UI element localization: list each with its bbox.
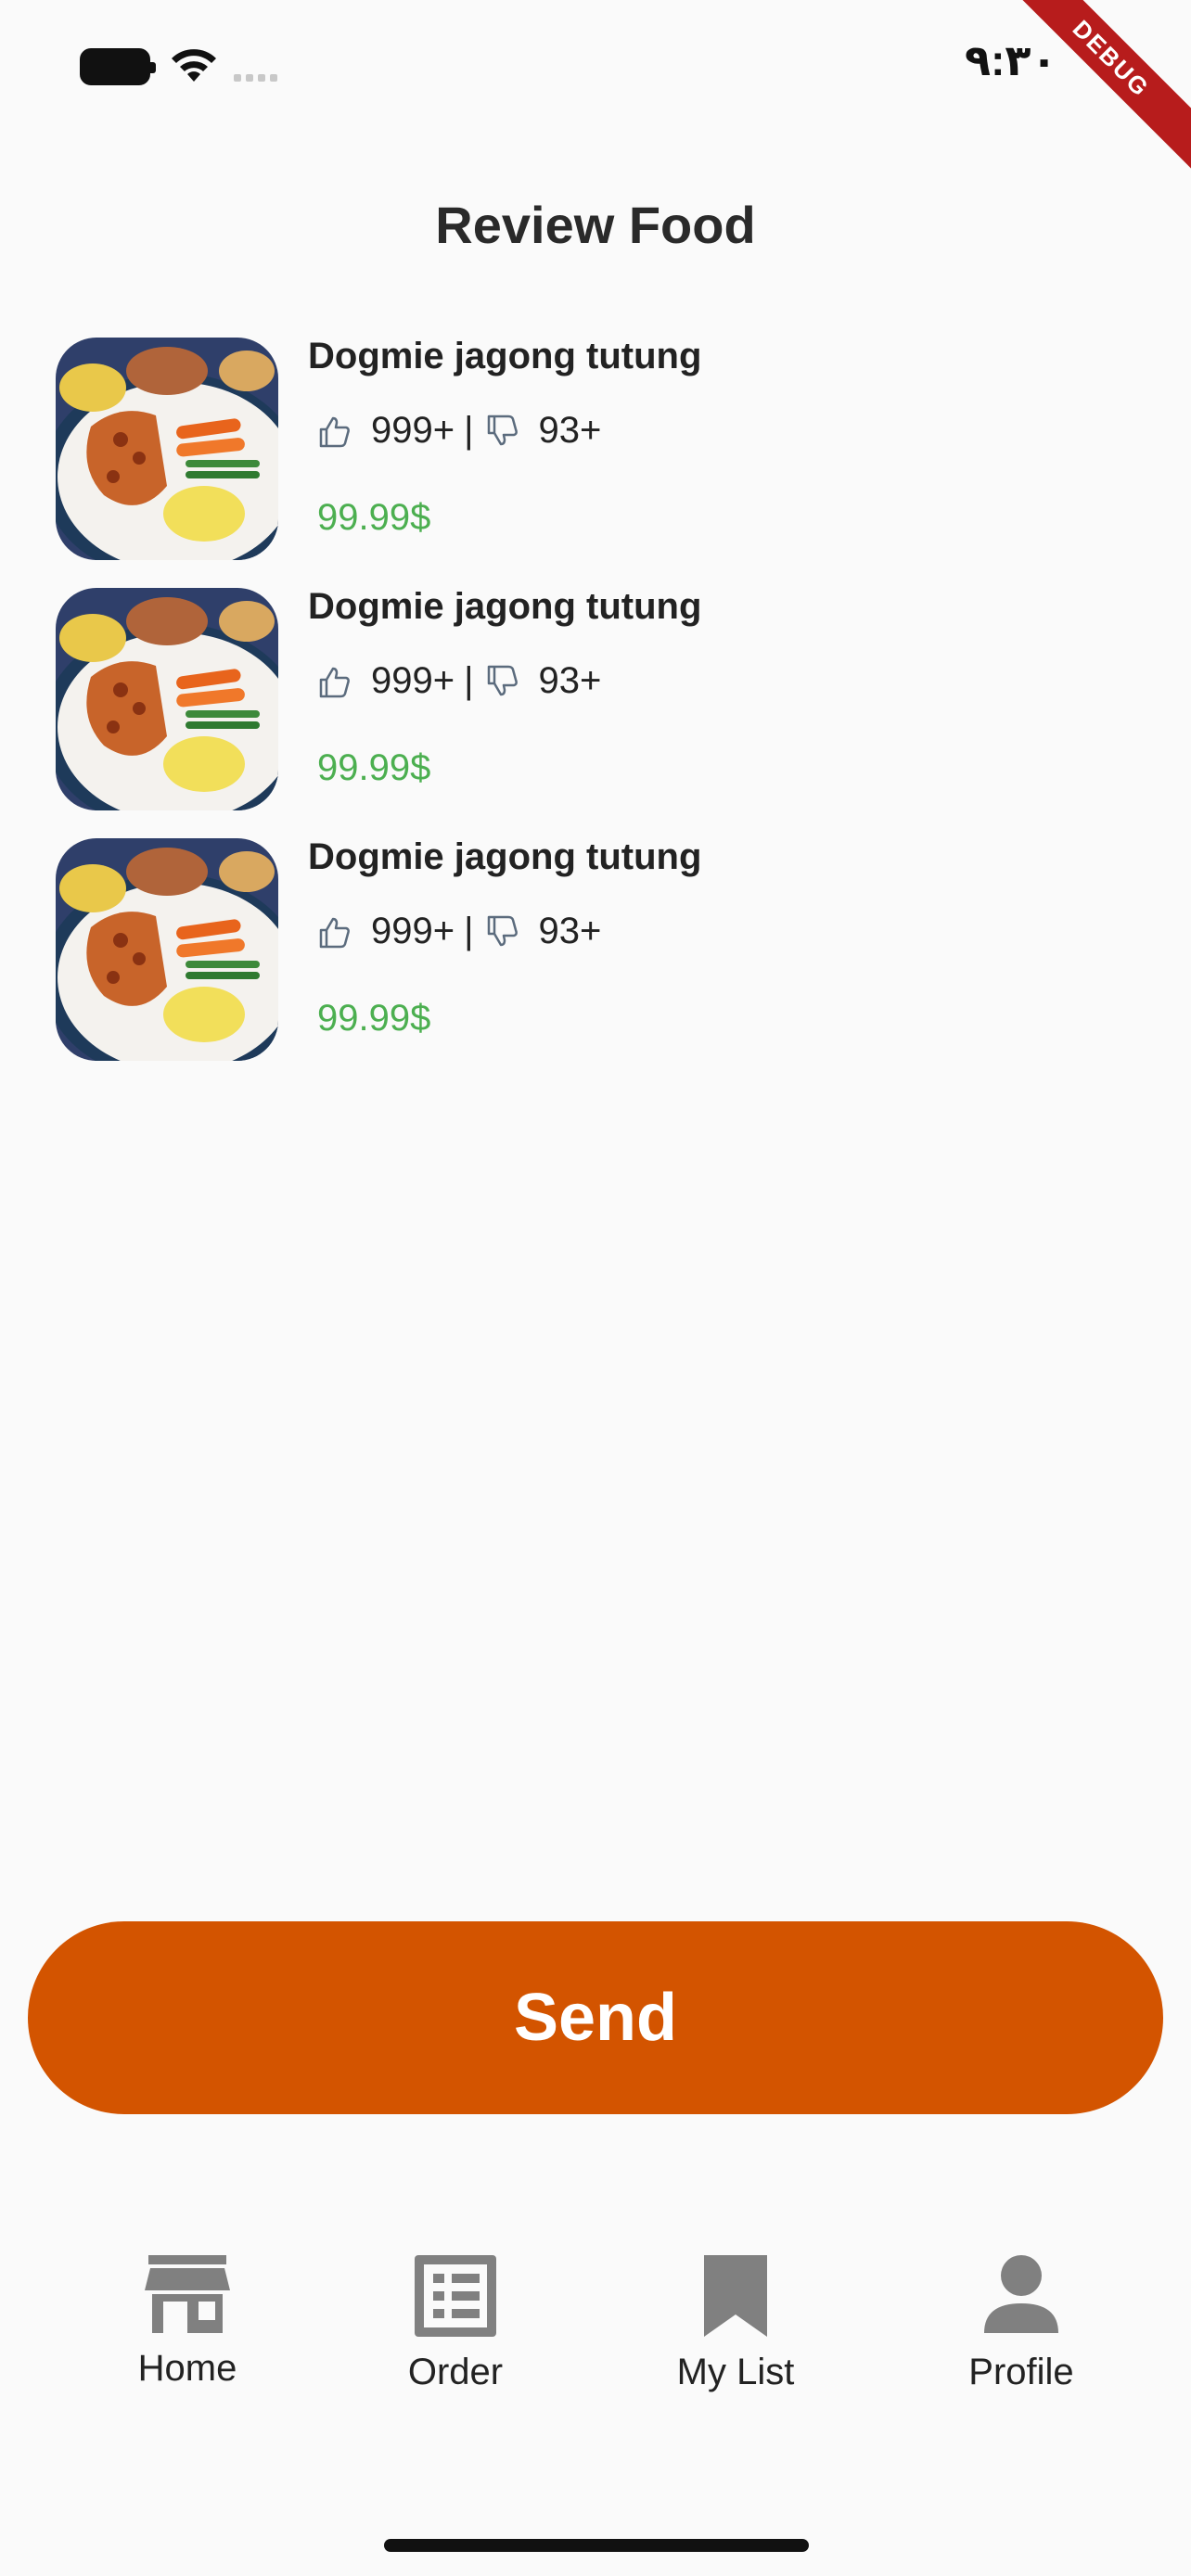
food-price: 99.99$ xyxy=(317,998,431,1039)
store-icon xyxy=(145,2255,230,2333)
home-indicator[interactable] xyxy=(384,2539,809,2552)
food-image xyxy=(56,338,278,560)
thumbs-up-icon[interactable] xyxy=(315,663,352,700)
rating-row: 999+ | 93+ xyxy=(315,660,601,702)
thumbs-up-icon[interactable] xyxy=(315,913,352,950)
food-name: Dogmie jagong tutung xyxy=(308,836,702,877)
nav-label-order: Order xyxy=(407,2352,504,2392)
nav-item-order[interactable]: Order xyxy=(335,2253,576,2393)
food-price: 99.99$ xyxy=(317,747,431,788)
bookmark-icon xyxy=(704,2255,767,2337)
person-icon xyxy=(984,2255,1058,2333)
thumbs-down-icon[interactable] xyxy=(483,913,520,950)
food-price: 99.99$ xyxy=(317,497,431,538)
likes-count: 999+ xyxy=(371,911,455,951)
dislikes-count: 93+ xyxy=(538,911,602,951)
nav-label-home: Home xyxy=(137,2348,237,2389)
nav-item-my-list[interactable]: My List xyxy=(615,2253,856,2393)
list-icon xyxy=(415,2255,496,2337)
likes-count: 999+ xyxy=(371,660,455,701)
send-button[interactable]: Send xyxy=(28,1921,1163,2114)
rating-separator: | xyxy=(464,410,474,451)
likes-count: 999+ xyxy=(371,410,455,451)
thumbs-down-icon[interactable] xyxy=(483,663,520,700)
nav-label-profile: Profile xyxy=(968,2352,1074,2392)
rating-separator: | xyxy=(464,911,474,951)
food-list: Dogmie jagong tutung 999+ | 93+ 99.99$ D… xyxy=(0,334,1191,1085)
wifi-icon xyxy=(172,49,216,82)
battery-icon xyxy=(80,48,156,85)
nav-item-profile[interactable]: Profile xyxy=(901,2253,1142,2393)
rating-separator: | xyxy=(464,660,474,701)
food-name: Dogmie jagong tutung xyxy=(308,336,702,376)
list-item[interactable]: Dogmie jagong tutung 999+ | 93+ 99.99$ xyxy=(0,584,1191,835)
dislikes-count: 93+ xyxy=(538,660,602,701)
thumbs-down-icon[interactable] xyxy=(483,413,520,450)
status-time: ٩:٣٠ xyxy=(965,36,1057,84)
signal-icon xyxy=(234,74,277,82)
page-title: Review Food xyxy=(435,196,756,254)
bottom-nav: Home Order My List Profile xyxy=(0,2253,1191,2439)
debug-banner: DEBUG xyxy=(997,0,1191,172)
rating-row: 999+ | 93+ xyxy=(315,911,601,952)
nav-label-my-list: My List xyxy=(676,2352,795,2392)
thumbs-up-icon[interactable] xyxy=(315,413,352,450)
food-name: Dogmie jagong tutung xyxy=(308,586,702,627)
nav-item-home[interactable]: Home xyxy=(67,2253,308,2390)
dislikes-count: 93+ xyxy=(538,410,602,451)
food-image xyxy=(56,588,278,810)
status-bar: ٩:٣٠ DEBUG xyxy=(0,0,1191,172)
list-item[interactable]: Dogmie jagong tutung 999+ | 93+ 99.99$ xyxy=(0,334,1191,584)
food-image xyxy=(56,838,278,1061)
list-item[interactable]: Dogmie jagong tutung 999+ | 93+ 99.99$ xyxy=(0,835,1191,1085)
rating-row: 999+ | 93+ xyxy=(315,410,601,452)
